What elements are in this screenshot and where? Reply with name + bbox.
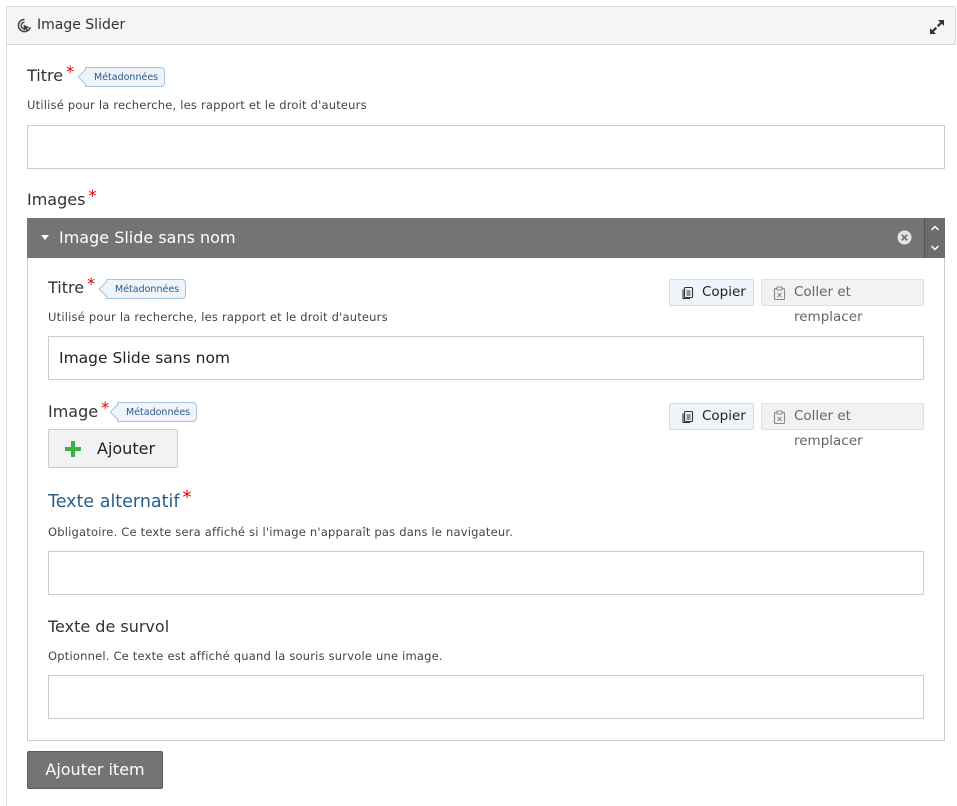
copy-button-label: Copier: [702, 408, 746, 424]
paste-button-label: Coller et remplacer: [794, 284, 863, 325]
title-label-text: Titre: [27, 66, 64, 85]
slider-logo-icon: [17, 18, 32, 33]
metadata-tag: Métadonnées: [85, 67, 166, 87]
hover-text-description: Optionnel. Ce texte est affiché quand la…: [48, 649, 443, 663]
copy-button-label: Copier: [702, 284, 746, 300]
paste-icon: [773, 410, 786, 424]
add-item-button[interactable]: Ajouter item: [27, 751, 163, 789]
slide-title-description: Utilisé pour la recherche, les rapport e…: [48, 310, 388, 324]
metadata-tag: Métadonnées: [106, 279, 187, 299]
title-input[interactable]: [27, 125, 945, 169]
add-image-button[interactable]: Ajouter: [48, 429, 178, 468]
metadata-tag-text: Métadonnées: [126, 407, 191, 418]
add-image-label: Ajouter: [97, 439, 156, 458]
slide-header-title: Image Slide sans nom: [59, 228, 236, 247]
widget-title: Image Slider: [37, 17, 126, 33]
required-mark: *: [66, 62, 75, 81]
hover-text-input[interactable]: [48, 675, 924, 719]
hover-text-label: Texte de survol: [48, 617, 170, 636]
alt-text-label-text: Texte alternatif: [48, 492, 180, 512]
required-mark: *: [88, 186, 97, 205]
metadata-tag-text: Métadonnées: [94, 72, 159, 83]
images-label: Images *: [27, 186, 96, 209]
alt-text-description: Obligatoire. Ce texte sera affiché si l'…: [48, 525, 514, 539]
metadata-tag-text: Métadonnées: [115, 284, 180, 295]
title-label: Titre *: [27, 62, 74, 85]
widget-header: Image Slider: [6, 6, 956, 45]
reorder-arrows: [924, 218, 945, 258]
plus-icon: [65, 441, 81, 457]
remove-slide-icon[interactable]: [897, 230, 912, 245]
move-down-icon[interactable]: [925, 238, 945, 258]
required-mark: *: [87, 274, 96, 293]
title-description: Utilisé pour la recherche, les rapport e…: [27, 98, 367, 112]
required-mark: *: [101, 398, 110, 417]
copy-button[interactable]: Copier: [669, 403, 754, 430]
slide-title-label-text: Titre: [48, 278, 85, 297]
copy-button[interactable]: Copier: [669, 279, 754, 306]
slide-title-input[interactable]: Image Slide sans nom: [48, 336, 924, 380]
slide-header[interactable]: Image Slide sans nom: [27, 218, 945, 258]
alt-text-label: Texte alternatif *: [48, 487, 192, 512]
move-up-icon[interactable]: [925, 218, 945, 238]
paste-icon: [773, 286, 786, 300]
metadata-tag: Métadonnées: [117, 402, 198, 422]
paste-button-label: Coller et remplacer: [794, 408, 863, 449]
required-mark: *: [182, 487, 192, 508]
collapse-caret-icon[interactable]: [41, 235, 49, 240]
copy-icon: [682, 410, 694, 424]
expand-icon[interactable]: [928, 18, 946, 36]
image-label-text: Image: [48, 402, 99, 421]
paste-replace-button[interactable]: Coller et remplacer: [761, 279, 924, 325]
paste-replace-button[interactable]: Coller et remplacer: [761, 403, 924, 449]
copy-icon: [682, 286, 694, 300]
slide-title-label: Titre *: [48, 274, 95, 297]
image-label: Image *: [48, 398, 109, 421]
images-label-text: Images: [27, 190, 86, 209]
alt-text-input[interactable]: [48, 551, 924, 595]
